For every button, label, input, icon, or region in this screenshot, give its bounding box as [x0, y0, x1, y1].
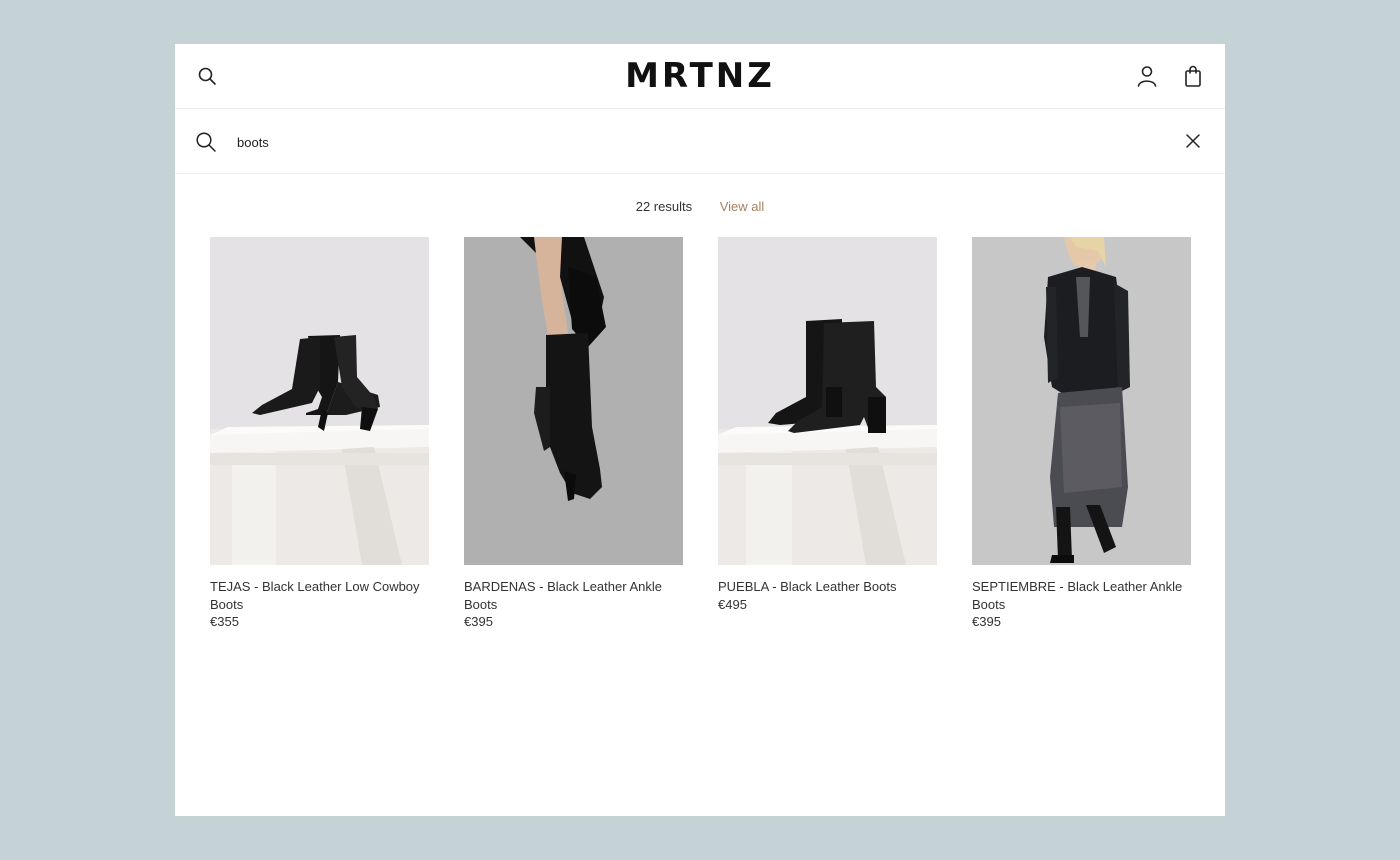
search-input[interactable]: [237, 129, 1137, 155]
search-bar: [175, 109, 1225, 174]
close-icon[interactable]: [1183, 131, 1203, 151]
product-image[interactable]: [464, 237, 683, 565]
account-icon[interactable]: [1135, 64, 1159, 88]
app-window: MRTNZ 22: [175, 44, 1225, 816]
top-navigation: MRTNZ: [175, 44, 1225, 109]
view-all-link[interactable]: View all: [720, 199, 765, 214]
product-price: €355: [210, 614, 239, 629]
product-grid: TEJAS - Black Leather Low Cowboy Boots €…: [210, 237, 1191, 637]
product-price: €495: [718, 596, 747, 612]
brand-logo[interactable]: MRTNZ: [175, 56, 1225, 96]
results-count: 22 results: [635, 199, 693, 214]
product-name[interactable]: TEJAS - Black Leather Low Cowboy Boots: [210, 578, 429, 613]
product-image[interactable]: [718, 237, 937, 565]
product-image[interactable]: [210, 237, 429, 565]
product-image[interactable]: [972, 237, 1191, 565]
product-name[interactable]: PUEBLA - Black Leather Boots: [718, 578, 937, 596]
results-summary: 22 results View all: [175, 198, 1225, 216]
product-card[interactable]: BARDENAS - Black Leather Ankle Boots €39…: [464, 237, 683, 631]
search-icon: [195, 131, 217, 153]
product-card[interactable]: SEPTIEMBRE - Black Leather Ankle Boots €…: [972, 237, 1191, 631]
product-name[interactable]: SEPTIEMBRE - Black Leather Ankle Boots: [972, 578, 1191, 613]
product-card[interactable]: TEJAS - Black Leather Low Cowboy Boots €…: [210, 237, 429, 631]
product-name[interactable]: BARDENAS - Black Leather Ankle Boots: [464, 578, 683, 613]
product-card[interactable]: PUEBLA - Black Leather Boots €495: [718, 237, 937, 613]
shopping-bag-icon[interactable]: [1181, 64, 1205, 88]
product-price: €395: [464, 614, 493, 629]
product-price: €395: [972, 614, 1001, 629]
